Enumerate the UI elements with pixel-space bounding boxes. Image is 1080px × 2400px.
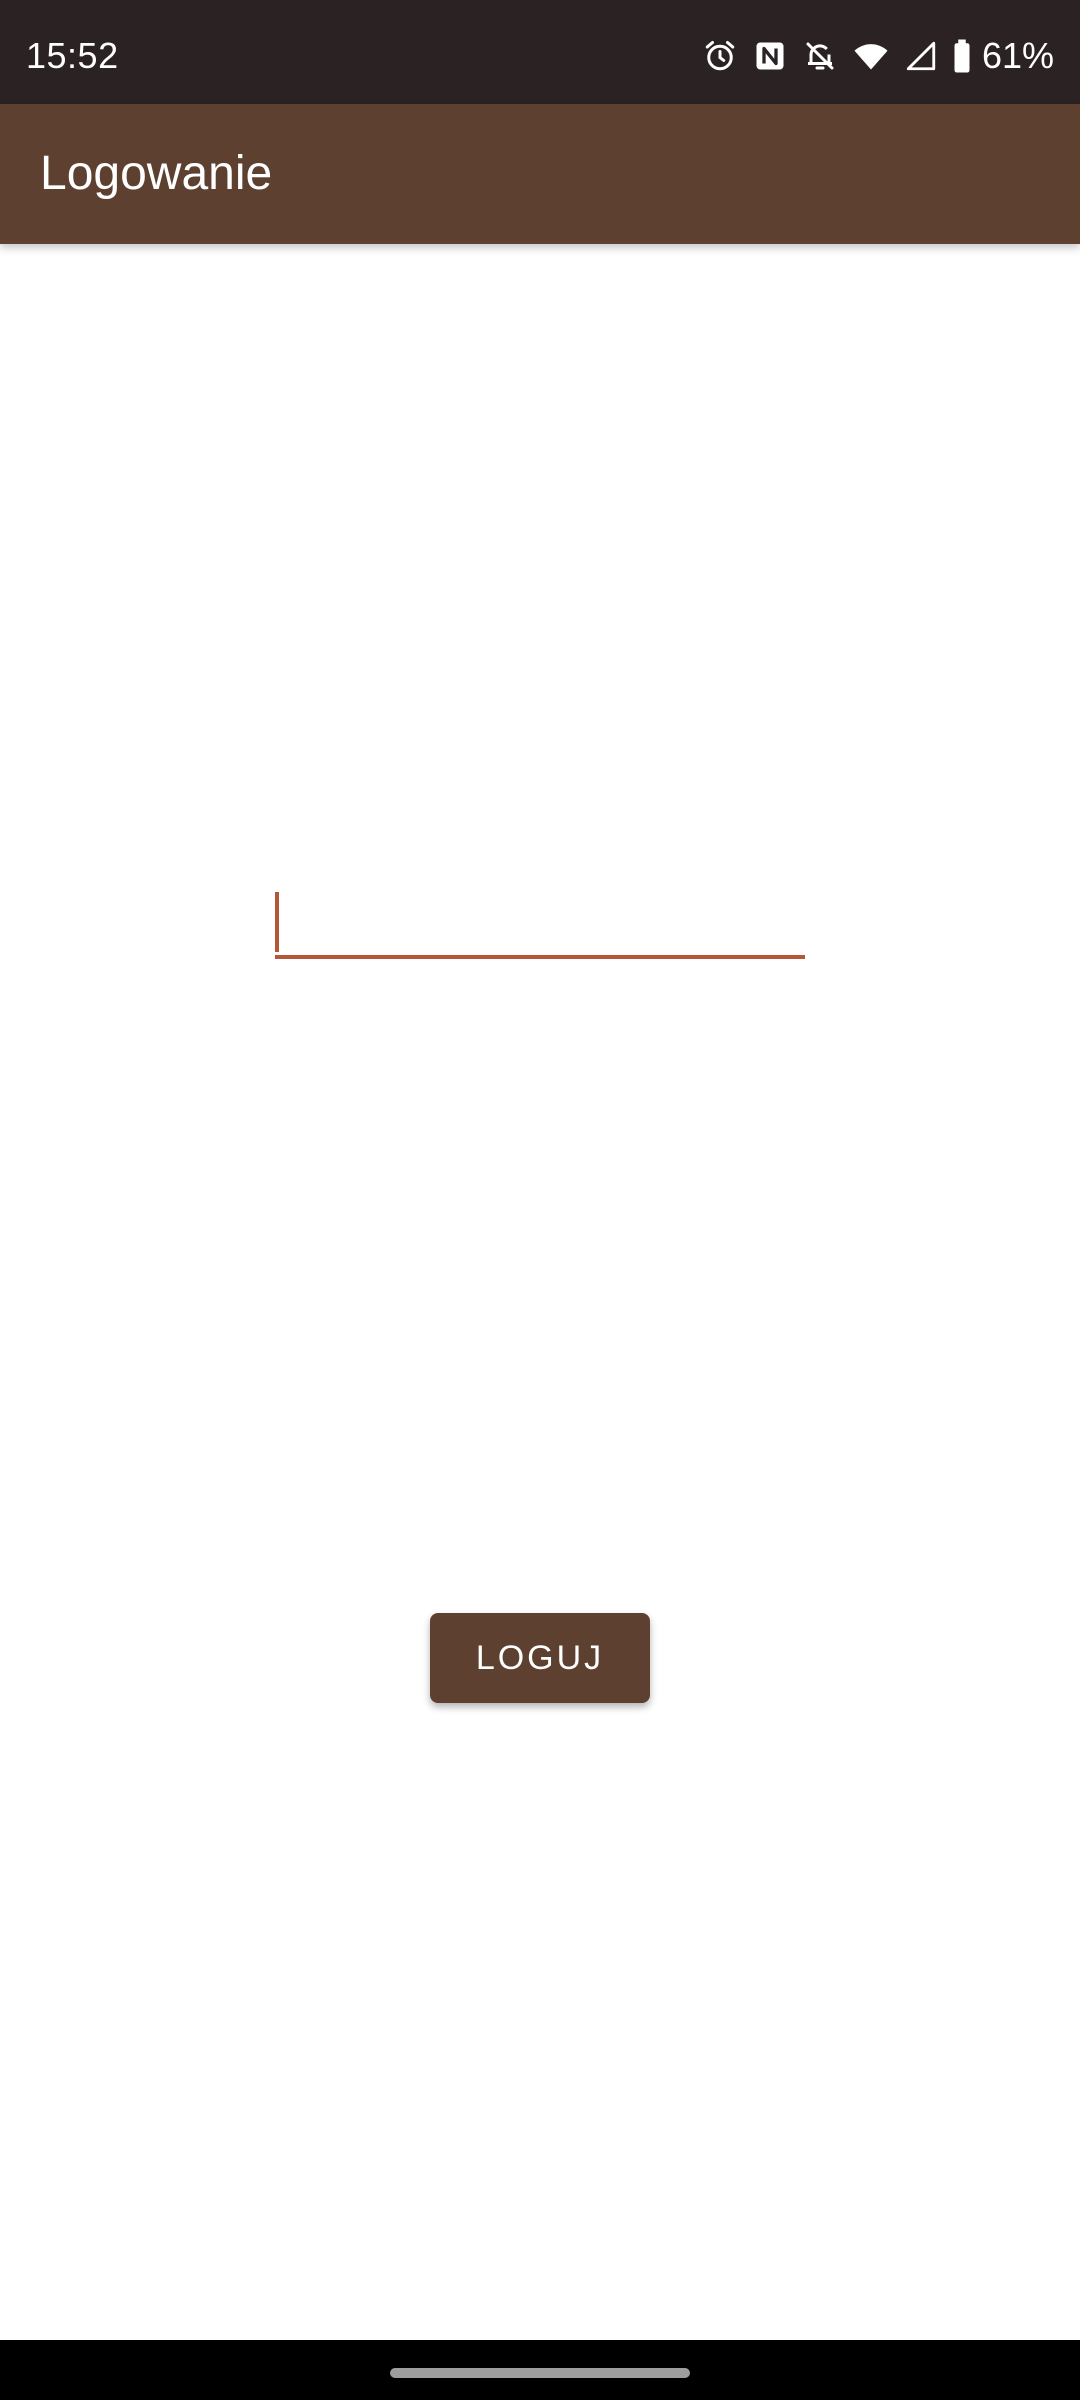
bell-off-icon [802,38,838,74]
login-input[interactable] [275,884,805,956]
login-content: LOGUJ [0,244,1080,2340]
alarm-icon [702,38,738,74]
status-time: 15:52 [26,35,119,76]
login-field[interactable] [275,884,805,964]
status-icons: 61% [702,36,1054,76]
status-bar: 15:52 61% [0,0,1080,104]
login-button[interactable]: LOGUJ [430,1613,650,1703]
page-title: Logowanie [40,147,273,200]
battery-level: 61% [981,35,1054,76]
wifi-icon [852,38,890,74]
battery-icon [952,38,972,74]
navigation-bar [0,2340,1080,2400]
app-bar: Logowanie [0,104,1080,244]
nfc-icon [752,38,788,74]
signal-icon [904,38,938,74]
text-cursor [275,892,279,952]
login-screen: 15:52 61% Logowanie LOGUJ [0,0,1080,2400]
home-gesture-handle[interactable] [390,2368,690,2378]
login-input-underline [275,955,805,959]
